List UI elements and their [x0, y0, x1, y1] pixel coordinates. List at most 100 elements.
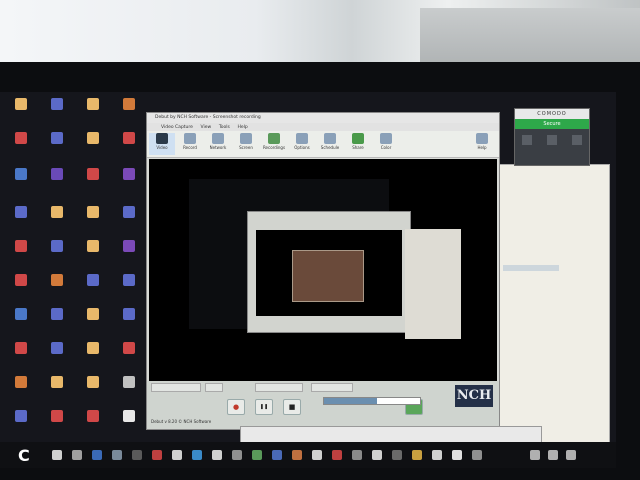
desktop-icon[interactable] [44, 376, 70, 402]
capture-preview[interactable] [149, 159, 497, 381]
taskbar-app-icon[interactable] [212, 450, 222, 460]
desktop-icon[interactable] [8, 376, 34, 402]
toolbar-color-button[interactable]: Color [373, 133, 399, 155]
encoder-options-button[interactable] [255, 383, 303, 392]
taskbar-app-icon[interactable] [112, 450, 122, 460]
desktop-icon[interactable] [44, 206, 70, 232]
taskbar-app-icon[interactable] [352, 450, 362, 460]
toolbar-network-button[interactable]: Network [205, 133, 231, 155]
taskbar-app-icon[interactable] [392, 450, 402, 460]
desktop-icon[interactable] [80, 376, 106, 402]
desktop-icon[interactable] [44, 342, 70, 368]
task-icon[interactable] [571, 135, 582, 145]
desktop-icon[interactable] [44, 98, 70, 124]
record-button[interactable]: ● [227, 399, 245, 415]
tray-icon[interactable] [548, 450, 558, 460]
menu-view[interactable]: View [201, 125, 212, 130]
toolbar-screen-button[interactable]: Screen [233, 133, 259, 155]
desktop-icon[interactable] [116, 410, 142, 436]
taskbar-app-icon[interactable] [452, 450, 462, 460]
taskbar-app-icon[interactable] [72, 450, 82, 460]
video-options-button[interactable] [311, 383, 353, 392]
desktop-icon[interactable] [44, 274, 70, 300]
desktop-icon[interactable] [116, 98, 142, 124]
desktop-icon[interactable] [80, 240, 106, 266]
toolbar-record-button[interactable]: Record [177, 133, 203, 155]
format-select[interactable] [151, 383, 201, 392]
toolbar-help-button[interactable]: Help [469, 133, 495, 155]
background-window[interactable] [496, 164, 610, 446]
desktop-icon[interactable] [116, 342, 142, 368]
desktop-icon[interactable] [116, 240, 142, 266]
desktop-icon[interactable] [80, 410, 106, 436]
desktop-icon[interactable] [116, 376, 142, 402]
taskbar-app-icon[interactable] [312, 450, 322, 460]
start-button[interactable]: C [18, 446, 38, 466]
desktop-icon[interactable] [8, 168, 34, 194]
comodo-widget[interactable]: COMODO Secure [514, 108, 590, 166]
desktop-icon[interactable] [8, 240, 34, 266]
desktop-icon[interactable] [44, 132, 70, 158]
desktop-icon[interactable] [44, 240, 70, 266]
recording-progress-fill [324, 398, 377, 404]
taskbar-app-icon[interactable] [172, 450, 182, 460]
taskbar-app-icon[interactable] [432, 450, 442, 460]
desktop-icon[interactable] [8, 274, 34, 300]
window-titlebar[interactable]: Debut by NCH Software - Screenshot recor… [147, 113, 499, 123]
desktop-icon[interactable] [80, 308, 106, 334]
desktop-icon[interactable] [8, 206, 34, 232]
tray-icon[interactable] [530, 450, 540, 460]
app-icon [123, 206, 135, 218]
taskbar-app-icon[interactable] [332, 450, 342, 460]
desktop-icon[interactable] [116, 168, 142, 194]
taskbar-app-icon[interactable] [412, 450, 422, 460]
taskbar-app-icon[interactable] [152, 450, 162, 460]
toolbar-video-button[interactable]: Video [149, 133, 175, 155]
taskbar-app-icon[interactable] [132, 450, 142, 460]
taskbar-app-icon[interactable] [232, 450, 242, 460]
desktop-icon[interactable] [80, 98, 106, 124]
desktop-icon[interactable] [44, 308, 70, 334]
desktop-icon[interactable] [80, 274, 106, 300]
tray-icon[interactable] [566, 450, 576, 460]
taskbar-app-icon[interactable] [272, 450, 282, 460]
taskbar-app-icon[interactable] [372, 450, 382, 460]
gear-icon[interactable] [546, 135, 557, 145]
shield-icon[interactable] [522, 135, 533, 145]
debut-window[interactable]: Debut by NCH Software - Screenshot recor… [146, 112, 500, 430]
menu-video-capture[interactable]: Video Capture [161, 125, 193, 130]
toolbar-schedule-button[interactable]: Schedule [317, 133, 343, 155]
desktop-icon[interactable] [44, 168, 70, 194]
desktop-icon[interactable] [80, 206, 106, 232]
desktop-icon[interactable] [116, 206, 142, 232]
desktop-icon[interactable] [8, 132, 34, 158]
comodo-status: Secure [515, 119, 589, 129]
menu-tools[interactable]: Tools [219, 125, 230, 130]
desktop-icon[interactable] [8, 342, 34, 368]
desktop-icon[interactable] [80, 342, 106, 368]
taskbar-app-icon[interactable] [292, 450, 302, 460]
taskbar-app-icon[interactable] [472, 450, 482, 460]
desktop-icon[interactable] [116, 308, 142, 334]
toolbar-options-button[interactable]: Options [289, 133, 315, 155]
taskbar-app-icon[interactable] [252, 450, 262, 460]
desktop-icon[interactable] [44, 410, 70, 436]
codec-select[interactable] [205, 383, 223, 392]
desktop-icon[interactable] [116, 132, 142, 158]
menu-help[interactable]: Help [238, 125, 248, 130]
desktop-icon[interactable] [80, 168, 106, 194]
pause-button[interactable]: ❚❚ [255, 399, 273, 415]
desktop-icon[interactable] [116, 274, 142, 300]
taskbar-app-icon[interactable] [52, 450, 62, 460]
taskbar-app-icon[interactable] [92, 450, 102, 460]
desktop-icon[interactable] [8, 308, 34, 334]
desktop-icon[interactable] [80, 132, 106, 158]
selected-row[interactable] [503, 265, 559, 271]
taskbar-app-icon[interactable] [192, 450, 202, 460]
stop-button[interactable]: ■ [283, 399, 301, 415]
desktop-icon[interactable] [8, 410, 34, 436]
toolbar-recordings-button[interactable]: Recordings [261, 133, 287, 155]
desktop-icon[interactable] [8, 98, 34, 124]
toolbar-share-button[interactable]: Share [345, 133, 371, 155]
app-icon [51, 98, 63, 110]
